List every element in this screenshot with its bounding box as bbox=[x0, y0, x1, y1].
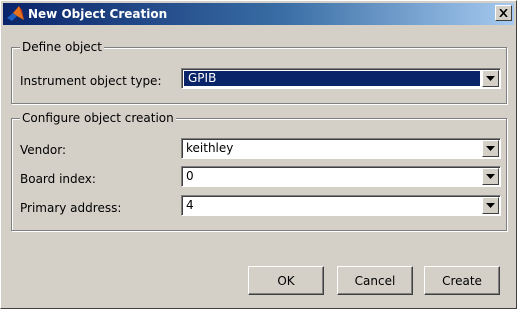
close-button[interactable] bbox=[495, 5, 512, 21]
chevron-down-icon bbox=[486, 146, 495, 151]
board-index-dropdown-button[interactable] bbox=[482, 168, 499, 185]
instrument-type-dropdown-button[interactable] bbox=[482, 70, 499, 87]
chevron-down-icon bbox=[486, 174, 495, 179]
vendor-label: Vendor: bbox=[20, 143, 66, 157]
chevron-down-icon bbox=[486, 203, 495, 208]
instrument-type-label: Instrument object type: bbox=[20, 74, 162, 88]
board-index-label: Board index: bbox=[20, 172, 96, 186]
close-icon bbox=[499, 9, 508, 17]
board-index-select[interactable]: 0 bbox=[181, 166, 501, 187]
title-bar[interactable]: New Object Creation bbox=[3, 3, 514, 25]
new-object-creation-dialog: New Object Creation Define object Instru… bbox=[0, 0, 517, 309]
define-object-legend: Define object bbox=[20, 40, 104, 54]
instrument-type-value: GPIB bbox=[188, 71, 217, 85]
instrument-type-select[interactable]: GPIB bbox=[181, 68, 501, 89]
matlab-logo-icon bbox=[7, 6, 24, 21]
board-index-value: 0 bbox=[186, 169, 194, 183]
primary-address-select[interactable]: 4 bbox=[181, 195, 501, 216]
window-title: New Object Creation bbox=[28, 7, 168, 21]
vendor-value: keithley bbox=[186, 141, 234, 155]
primary-address-label: Primary address: bbox=[20, 201, 122, 215]
selection-highlight bbox=[184, 71, 480, 86]
cancel-button[interactable]: Cancel bbox=[337, 266, 413, 295]
vendor-dropdown-button[interactable] bbox=[482, 140, 499, 157]
chevron-down-icon bbox=[486, 76, 495, 81]
vendor-select[interactable]: keithley bbox=[181, 138, 501, 159]
configure-object-legend: Configure object creation bbox=[20, 111, 176, 125]
create-button[interactable]: Create bbox=[424, 266, 500, 295]
ok-button[interactable]: OK bbox=[248, 266, 324, 295]
primary-address-dropdown-button[interactable] bbox=[482, 197, 499, 214]
primary-address-value: 4 bbox=[186, 198, 194, 212]
